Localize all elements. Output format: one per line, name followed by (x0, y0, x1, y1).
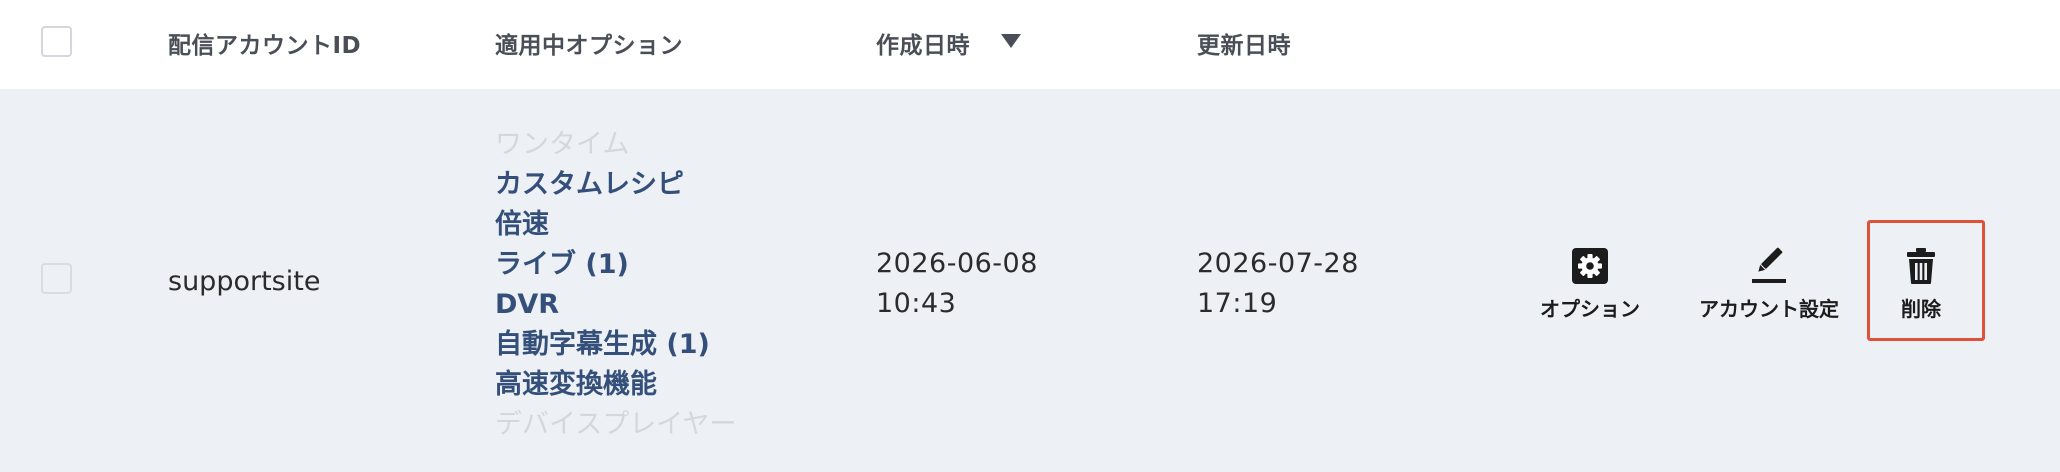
account-settings-button[interactable]: アカウント設定 (1699, 245, 1839, 322)
table-header: 配信アカウントID 適用中オプション 作成日時 更新日時 (0, 0, 2060, 89)
row-select-checkbox[interactable] (41, 263, 72, 294)
table-row: supportsite ワンタイム カスタムレシピ 倍速 ライブ (1) DVR… (0, 89, 2060, 472)
option-item: カスタムレシピ (495, 169, 684, 200)
option-item: DVR (495, 289, 560, 320)
option-item: 高速変換機能 (495, 369, 657, 400)
option-item: 倍速 (495, 209, 549, 240)
option-item: ワンタイム (495, 129, 630, 160)
options-button[interactable]: オプション (1540, 245, 1640, 322)
pencil-icon (1752, 247, 1786, 283)
gear-icon (1572, 248, 1608, 284)
updated-time: 17:19 (1197, 288, 1278, 319)
account-settings-button-label: アカウント設定 (1699, 297, 1839, 321)
created-date: 2026-06-08 (876, 248, 1038, 279)
option-item: デバイスプレイヤー (495, 409, 737, 440)
account-id-cell: supportsite (168, 266, 321, 297)
column-header-created[interactable]: 作成日時 (876, 26, 970, 60)
applied-options-list: ワンタイム カスタムレシピ 倍速 ライブ (1) DVR 自動字幕生成 (1) … (495, 125, 736, 445)
delete-button-label: 削除 (1901, 297, 1941, 321)
options-button-label: オプション (1540, 297, 1640, 321)
option-item: ライブ (1) (495, 249, 629, 280)
created-datetime-cell: 2026-06-08 10:43 (876, 244, 1038, 324)
option-item: 自動字幕生成 (1) (495, 329, 710, 360)
updated-date: 2026-07-28 (1197, 248, 1359, 279)
select-all-checkbox[interactable] (41, 26, 72, 57)
column-header-account-id[interactable]: 配信アカウントID (168, 26, 361, 60)
sort-descending-icon[interactable] (1001, 34, 1021, 48)
column-header-options[interactable]: 適用中オプション (495, 26, 683, 60)
trash-icon (1907, 248, 1935, 284)
updated-datetime-cell: 2026-07-28 17:19 (1197, 244, 1359, 324)
delete-button[interactable]: 削除 (1901, 245, 1941, 322)
column-header-updated[interactable]: 更新日時 (1197, 26, 1291, 60)
created-time: 10:43 (876, 288, 957, 319)
